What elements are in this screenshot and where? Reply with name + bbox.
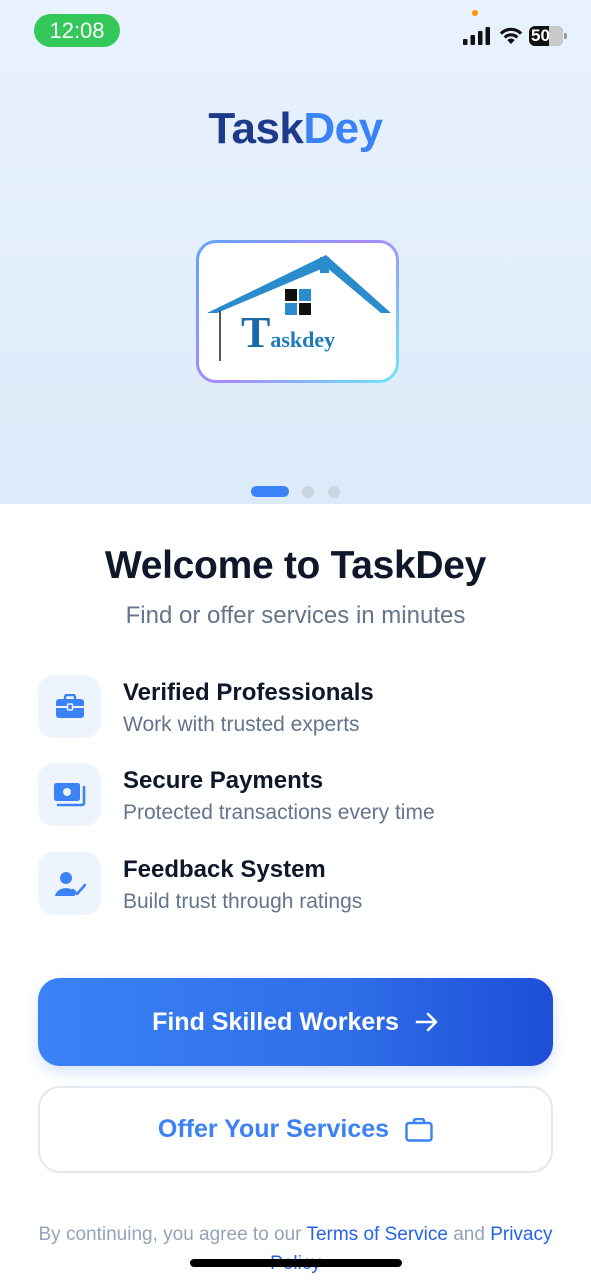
terms-prefix: By continuing, you agree to our <box>38 1224 307 1245</box>
app-brand-title: TaskDey <box>0 104 591 154</box>
feature-description: Work with trusted experts <box>123 713 360 736</box>
briefcase-outline-icon <box>405 1117 433 1142</box>
feature-item-verified: Verified Professionals Work with trusted… <box>38 675 558 739</box>
feature-description: Protected transactions every time <box>123 801 435 824</box>
logo-letter: T <box>241 308 271 357</box>
battery-level-text: 50 <box>531 26 550 45</box>
privacy-indicator-dot <box>472 10 478 16</box>
find-workers-label: Find Skilled Workers <box>152 1007 399 1036</box>
hero-section: 12:08 50 TaskDey Taskdey <box>0 0 591 504</box>
welcome-title: Welcome to TaskDey <box>104 544 487 587</box>
carousel-dot-active[interactable] <box>251 486 289 497</box>
terms-and: and <box>447 1224 491 1245</box>
user-check-icon <box>38 852 101 915</box>
home-indicator[interactable] <box>190 1259 402 1267</box>
feature-title: Feedback System <box>123 856 326 883</box>
offer-your-services-button[interactable]: Offer Your Services <box>38 1086 553 1173</box>
feature-item-feedback: Feedback System Build trust through rati… <box>38 852 558 916</box>
arrow-right-icon <box>415 1012 438 1032</box>
welcome-subtitle: Find or offer services in minutes <box>125 602 466 629</box>
terms-notice: By continuing, you agree to our Terms of… <box>30 1220 561 1278</box>
wifi-icon <box>499 27 523 44</box>
feature-description: Build trust through ratings <box>123 890 363 913</box>
logo-wordmark: Taskdey <box>241 307 335 358</box>
logo-rest: askdey <box>270 327 336 352</box>
status-time: 12:08 <box>34 14 120 47</box>
payment-icon <box>38 763 101 826</box>
feature-item-payments: Secure Payments Protected transactions e… <box>38 763 558 827</box>
find-skilled-workers-button[interactable]: Find Skilled Workers <box>38 978 553 1066</box>
feature-title: Secure Payments <box>123 767 324 794</box>
terms-of-service-link[interactable]: Terms of Service <box>306 1224 447 1245</box>
feature-title: Verified Professionals <box>123 679 374 706</box>
battery-icon: 50 <box>529 26 567 46</box>
offer-services-label: Offer Your Services <box>157 1115 390 1143</box>
brand-part-dey: Dey <box>303 104 383 153</box>
carousel-dot[interactable] <box>328 486 340 498</box>
signal-icon <box>463 27 490 45</box>
briefcase-icon <box>38 675 101 738</box>
brand-part-task: Task <box>208 104 304 153</box>
carousel-indicator <box>0 486 591 498</box>
carousel-dot[interactable] <box>302 486 314 498</box>
app-logo: Taskdey <box>196 240 399 383</box>
